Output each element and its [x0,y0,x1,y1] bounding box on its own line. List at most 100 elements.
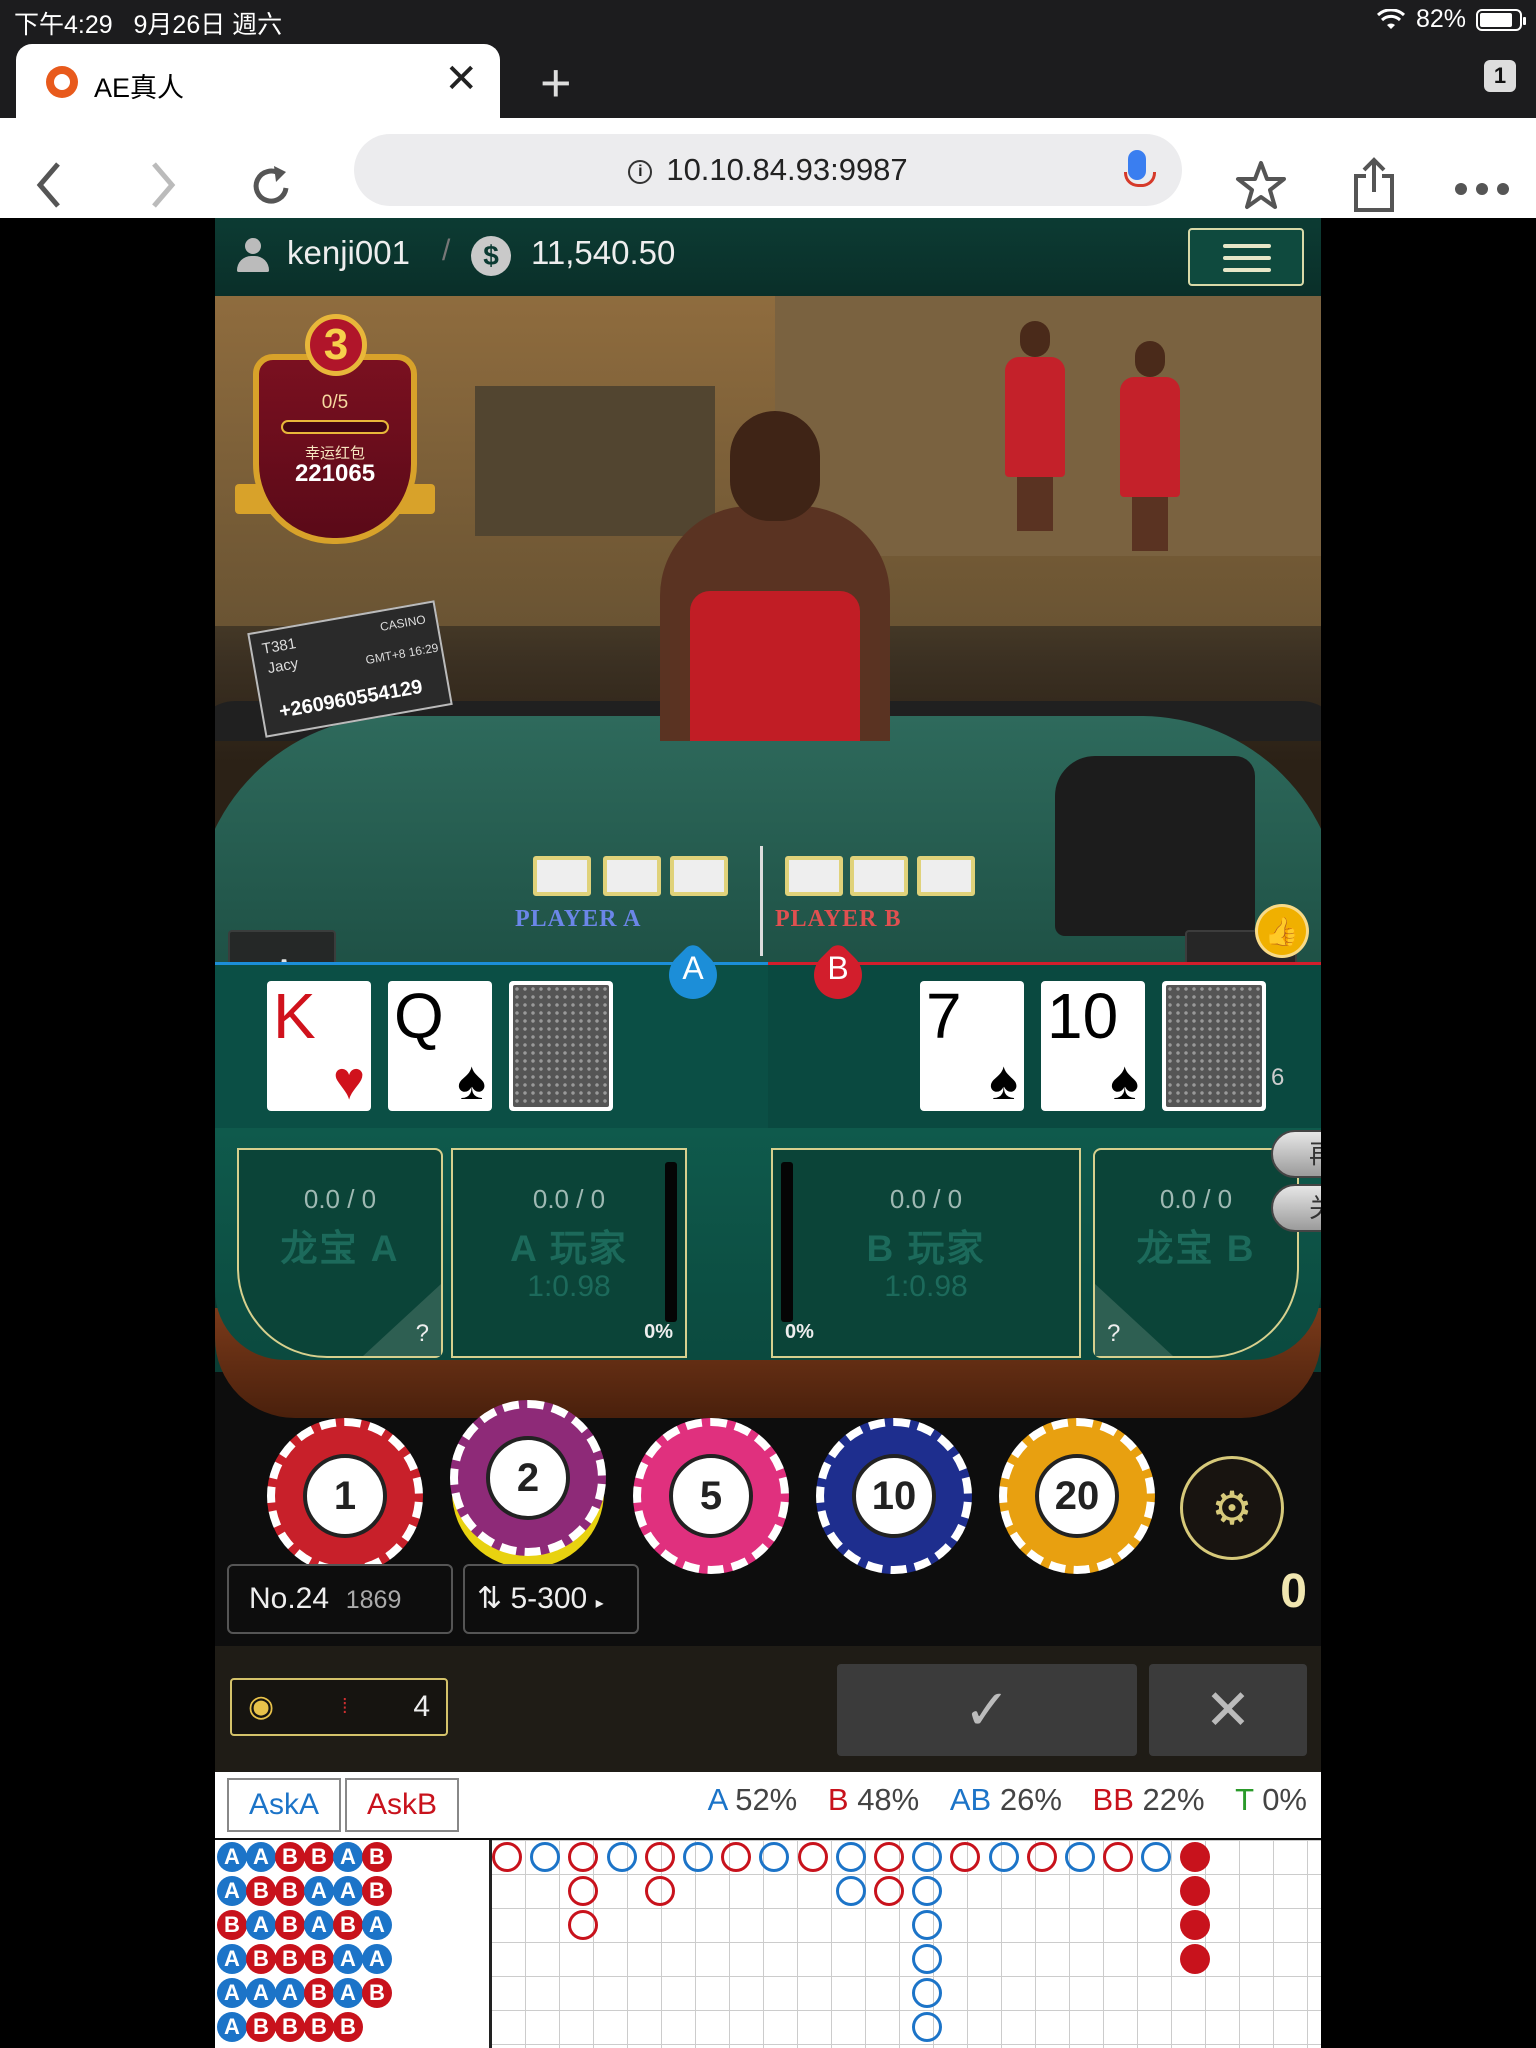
game-container: kenji001 / $ 11,540.50 PLAYER A PLAYER B… [215,218,1321,2048]
tab-count-button[interactable]: 1 [1484,60,1516,92]
info-icon[interactable]: i [628,159,653,184]
bet-limit: 5-300 [510,1582,588,1615]
bet-player-b[interactable]: 0.0 / 0 B 玩家 1:0.98 0% [771,1148,1081,1358]
bet-odds: 0.0 / 0 [889,1184,963,1214]
round-id: 1869 [345,1586,402,1614]
forward-icon[interactable] [148,160,178,210]
more-icon[interactable] [1454,182,1510,196]
battery-percent: 82% [1415,5,1466,33]
bet-progress-bar [665,1162,677,1322]
bead-a: A [217,1842,247,1872]
close-button[interactable]: 关 [1271,1184,1321,1232]
chip-10[interactable]: 10 [816,1418,972,1574]
bet-name: 龙宝 B [1136,1228,1256,1269]
road-mark-a [835,1842,866,1872]
site-logo-icon [46,66,78,98]
cancel-bet-button[interactable]: ✕ [1149,1664,1307,1756]
bet-name: 龙宝 A [280,1228,400,1269]
stat-ab: AB 26% [949,1782,1062,1817]
bead-b: B [275,1910,305,1940]
bead-b: B [217,1910,247,1940]
hand-b-tag: B [804,941,872,1009]
bead-b: B [362,1842,392,1872]
road-mark-b [1103,1842,1134,1872]
video-settings-button[interactable]: ⚙ [228,930,336,962]
road-mark-b [874,1842,904,1872]
star-icon[interactable] [1234,160,1288,212]
bead-b: B [304,1978,334,2008]
bet-ratio: 1:0.98 [527,1270,611,1303]
tab-title: AE真人 [94,73,185,103]
confirm-bet-button[interactable]: ✓ [837,1664,1137,1756]
bet-limit-button[interactable]: ⇅ 5-300 ▸ [463,1564,639,1634]
back-icon[interactable] [34,160,64,210]
rebet-button[interactable]: 再 [1271,1130,1321,1178]
chip-20[interactable]: 20 [999,1418,1155,1574]
browser-tab[interactable]: AE真人 ✕ [16,44,500,118]
ask-a-button[interactable]: AskA [227,1778,341,1832]
bead-column-icon: ⁞ [342,1696,348,1718]
menu-button[interactable] [1188,228,1304,286]
card: 10 ♠ [1041,981,1145,1111]
road-mark-a [912,1842,943,1872]
stat-tie: T 0% [1235,1782,1307,1817]
bead-b: B [275,2012,305,2042]
status-time: 下午4:29 [14,11,113,39]
road-mark-b [1026,1842,1057,1872]
road-mark-b [797,1842,828,1872]
ask-b-button[interactable]: AskB [345,1778,459,1832]
bead-a: A [304,1910,334,1940]
sign-timezone: GMT+8 16:29 [364,640,440,668]
road-summary[interactable]: ◉ ⁞ 4 [230,1678,448,1736]
chip-value: 20 [1035,1454,1119,1538]
url-bar[interactable]: i 10.10.84.93:9987 [354,134,1182,206]
bet-player-a[interactable]: 0.0 / 0 A 玩家 1:0.98 0% [451,1148,687,1358]
bet-total: 0 [1280,1565,1307,1618]
sort-arrows-icon: ⇅ [477,1582,503,1615]
table-divider [760,846,763,956]
road-mark-a [912,1944,943,1974]
bead-a: A [333,1944,363,1974]
status-bar: 下午4:29 9月26日 週六 82% [0,0,1536,40]
bet-dragon-bonus-a[interactable]: 0.0 / 0 龙宝 A ? [237,1148,443,1358]
card-back [509,981,613,1111]
round-number: No.24 [249,1582,330,1615]
chip-5[interactable]: 5 [633,1418,789,1574]
chip-settings-button[interactable]: ⚙ [1180,1456,1284,1560]
road-mark-a [683,1842,713,1872]
share-icon[interactable] [1352,156,1396,214]
chip-1[interactable]: 1 [267,1418,423,1574]
card: K ♥ [267,981,371,1111]
sign-brand: CASINO [378,612,427,635]
close-tab-icon[interactable]: ✕ [444,56,478,102]
bead-a: A [362,1910,392,1940]
chip-value: 5 [669,1454,753,1538]
dragon-icon: ◉ [248,1690,275,1723]
thumbs-up-icon[interactable]: 👍 [1255,904,1309,958]
table-card [850,856,908,896]
road-mark-b [644,1876,675,1906]
status-right: 82% [1376,5,1526,34]
bead-a: A [217,2012,247,2042]
bead-a: A [246,1910,276,1940]
bead-a: A [362,1944,392,1974]
bead-b: B [333,1910,363,1940]
chip-2[interactable]: 2 [450,1400,606,1556]
info-corner[interactable]: ? [363,1284,441,1356]
battery-icon [1476,8,1526,31]
mic-icon[interactable] [1124,150,1156,187]
table-card [533,856,591,896]
lucky-red-packet-badge[interactable]: 3 0/5 幸运红包 221065 [235,314,435,564]
bet-name: B 玩家 [866,1228,986,1269]
badge-amount: 221065 [294,460,376,487]
new-tab-icon[interactable]: + [540,52,572,114]
info-corner[interactable]: ? [1095,1284,1173,1356]
card: 7 ♠ [920,981,1024,1111]
bet-dragon-bonus-b[interactable]: 0.0 / 0 龙宝 B ? [1093,1148,1299,1358]
road-mark-a [606,1842,637,1872]
bead-b: B [333,2012,363,2042]
chip-value: 10 [852,1454,936,1538]
bet-odds: 0.0 / 0 [1159,1184,1233,1214]
gear-icon: ⚙ [230,932,338,962]
reload-icon[interactable] [246,160,296,210]
